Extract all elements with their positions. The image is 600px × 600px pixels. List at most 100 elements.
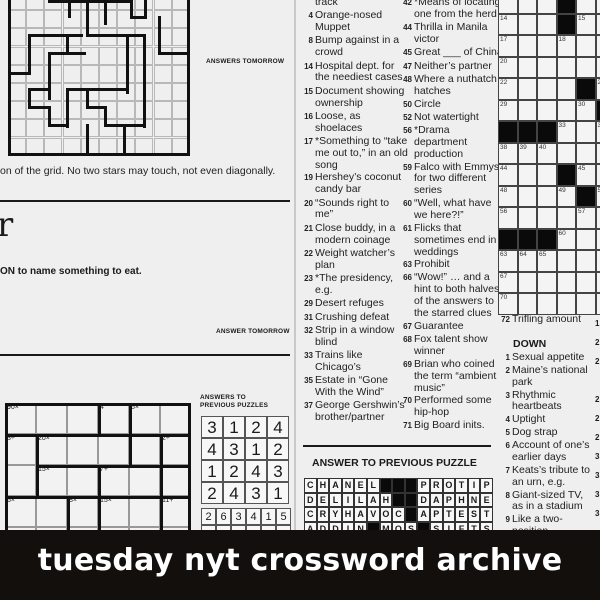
crossword-black-square [517,228,537,250]
clue-item: 71 Big Board inits. [403,419,504,432]
crossword-cell [595,142,600,164]
star-grid-region-wall [28,34,83,37]
star-grid-cell [153,28,172,47]
crossword-cell-number: 70 [500,294,508,301]
clue-item: 63 Prohibit [403,258,504,271]
answer-letter-cell: A [329,478,342,493]
kenken-cage-wall [36,465,129,468]
clue-text: Circle [414,98,441,110]
clue-number: 68 [403,334,412,344]
clue-item: track [315,0,409,9]
kenken6-answer-cell: 3 [231,508,246,525]
star-grid-region-wall [158,16,161,54]
kenken-answer-cell: 1 [267,482,289,504]
clue-text: Crushing defeat [315,310,390,323]
clue-text: Thrilla in Manila victor [414,21,488,45]
kenken-cell [129,465,160,496]
crossword-cell [517,78,537,100]
answer-letter-cell: I [341,492,355,508]
crossword-cell [576,121,596,143]
previous-answer-grid: CHANELPROTIPDELILAHDAPHNECRYHAVOCAPTESTA… [304,478,494,538]
kenken-cell [36,403,67,434]
answer-letter-cell: C [304,478,317,493]
star-grid-region-wall [8,72,31,75]
answer-letter-cell: A [367,492,380,508]
kenken-answer-4x4: 3124431212432431 [201,416,289,504]
kenken-cell [5,465,36,496]
answer-letter-cell: C [304,507,317,522]
crossword-cell-number: 18 [558,36,566,43]
star-grid-cell [99,28,117,47]
clue-text: *The presidency, e.g. [315,272,394,296]
answer-letter-cell: H [341,507,355,522]
crossword-cell [517,13,537,35]
clue-number: 5 [505,428,510,438]
crossword-cell [595,35,600,57]
crossword-cell-number: 64 [519,251,527,258]
kenken-grid: 90× 4 6× 3÷ 20× 2÷ 15× 7+ 6× 8× 15× 11+ [5,403,191,564]
crossword-cell-number: 14 [500,14,508,22]
answer-letter-cell: E [354,478,367,493]
crossword-black-square [556,164,576,186]
star-battle-grid [8,0,190,156]
star-grid-cell [80,10,99,29]
answer-letter-cell: Y [329,507,342,522]
star-grid-cell [80,119,99,138]
kenken-cell [67,403,98,434]
clue-number: 52 [403,113,412,123]
star-grid-cell [80,46,99,65]
crossword-cell: 20 [498,56,518,78]
crossword-cell [517,0,537,14]
crossword-cell [517,293,537,315]
crossword-cell [576,142,596,164]
star-grid-region-wall [66,88,69,128]
answer-letter-cell: I [467,478,481,493]
clue-text: Guarantee [414,319,464,332]
clue-text: Fox talent show winner [414,332,488,357]
clue-text: Desert refuges [315,297,384,310]
star-grid-region-wall [8,153,190,156]
crossword-cell: 3 [595,121,600,143]
kenken6-answer-cell: 4 [246,508,261,525]
clue-item: 61 Flicks that sometimes end in weddings [403,222,504,258]
kenken-cell [129,434,160,465]
crossword-black-square [517,121,537,143]
crossword-cell [576,56,596,78]
crossword-cell: 60 [556,228,576,250]
word-puzzle-instruction: ON to name something to eat. [0,266,142,277]
clue-number: 70 [403,396,412,406]
crossword-cell [595,13,600,35]
clue-item: 67 Guarantee [403,319,504,333]
star-grid-region-wall [144,16,147,19]
star-grid-region-wall [48,52,68,55]
crossword-black-square [537,228,557,250]
crossword-cell-number: 63 [500,251,508,258]
clue-text: Flicks that sometimes end in weddings [414,222,497,258]
kenken6-answer-cell: 1 [261,508,276,525]
kenken-answer-cell: 2 [267,438,289,460]
clue-number: 1 [505,353,510,362]
crossword-cell: 22 [498,78,518,100]
clue-number: 56 [403,126,412,136]
kenken-answer-cell: 3 [223,438,245,460]
word-puzzle-title: r [0,205,14,245]
banner-title: tuesday nyt crossword archive [37,543,563,578]
clue-text: George Gershwin’s brother/partner [315,399,405,424]
answer-letter-cell: E [480,492,493,508]
star-grid-cell [80,101,99,120]
crossword-cell [537,271,557,293]
clue-item: 33 Trains like Chicago’s [304,349,409,374]
crossword-black-square [556,13,576,35]
clue-item: 68 Fox talent show winner [403,332,504,358]
clue-item: 17 *Something to “take me out to,” in an … [304,135,409,171]
crossword-cell [537,56,557,78]
clue-item: 5 Dog strap [506,426,592,439]
crossword-cell [556,271,576,293]
star-grid-cell [117,119,136,138]
star-grid-region-wall [48,0,133,3]
clue-text: Giant-sized TV, as in a stadium [512,488,584,513]
clue-text: Trifling amount [512,313,582,325]
crossword-cell: 30 [576,99,596,121]
star-grid-cell [44,28,63,47]
clue-text: Brian who coined the term “ambient music… [414,358,497,394]
